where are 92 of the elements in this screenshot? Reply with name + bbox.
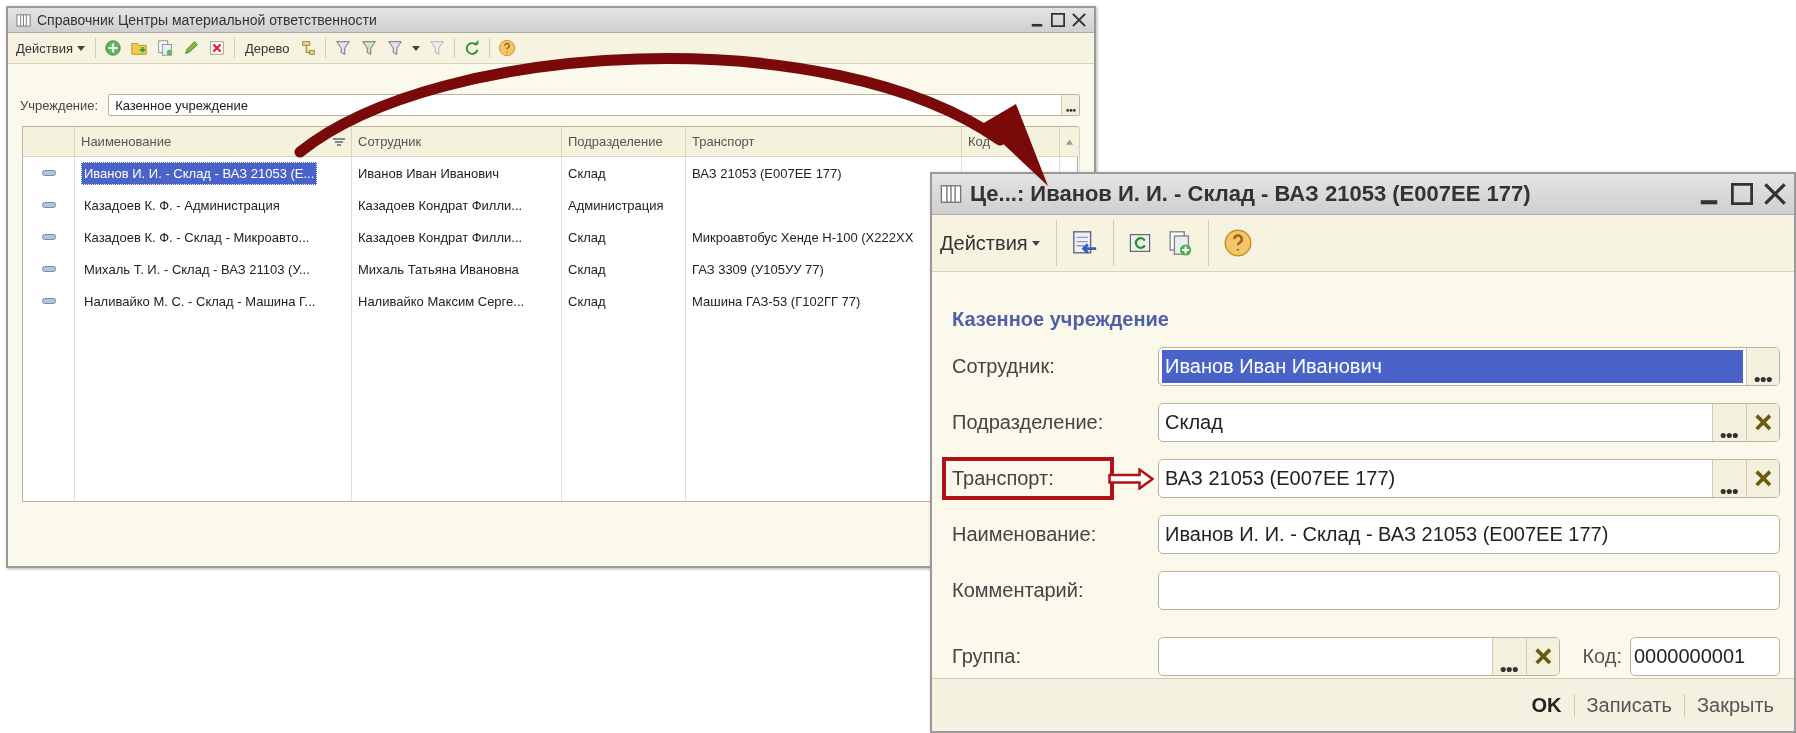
item-icon bbox=[41, 202, 56, 208]
table-icon bbox=[16, 12, 31, 28]
field-label: Наименование: bbox=[952, 523, 1097, 546]
window-title: Справочник Центры материальной ответственности bbox=[37, 12, 378, 28]
help-icon[interactable] bbox=[498, 39, 517, 57]
add-icon[interactable] bbox=[103, 39, 122, 57]
caret-icon bbox=[1031, 240, 1040, 246]
column-header[interactable]: Подразделение bbox=[562, 127, 686, 157]
table-cell[interactable]: Наливайко М. С. - Склад - Машина Г... bbox=[81, 289, 319, 313]
caret-icon bbox=[412, 45, 421, 51]
table-cell: Машина ГАЗ-53 (Г102ГГ 77) bbox=[692, 293, 861, 309]
table-cell: Администрация bbox=[568, 197, 664, 213]
table-cell: Казадоев Кондрат Филли... bbox=[358, 197, 523, 213]
input-field[interactable]: Иванов Иван Иванович bbox=[1158, 347, 1780, 386]
table-cell[interactable]: Иванов И. И. - Склад - ВАЗ 21053 (Е... bbox=[81, 161, 318, 185]
field-label: Подразделение: bbox=[952, 411, 1104, 434]
table-cell: Микроавтобус Хенде Н-100 (Х222ХХ bbox=[692, 229, 914, 245]
copy-document-icon[interactable] bbox=[155, 39, 174, 57]
refresh-icon[interactable] bbox=[1127, 231, 1152, 255]
delete-icon[interactable] bbox=[207, 39, 226, 57]
dialog-button[interactable]: Закрыть bbox=[1683, 693, 1786, 717]
table-cell: Склад bbox=[568, 229, 606, 245]
clear-icon bbox=[1754, 470, 1772, 487]
select-button[interactable] bbox=[1712, 404, 1746, 441]
field-label: Группа: bbox=[952, 645, 1021, 668]
code-field[interactable]: 0000000001 bbox=[1630, 637, 1780, 676]
table-cell: Склад bbox=[568, 261, 606, 277]
item-icon bbox=[41, 170, 56, 176]
scroll-up-icon[interactable] bbox=[1066, 138, 1073, 145]
table-cell: Михаль Татьяна Ивановна bbox=[358, 261, 519, 277]
dots-icon bbox=[1720, 488, 1739, 494]
dialog-button[interactable]: OK bbox=[1519, 693, 1574, 717]
filter-icon[interactable] bbox=[334, 39, 353, 57]
input-field[interactable]: ВАЗ 21053 (Е007ЕЕ 177) bbox=[1158, 459, 1780, 498]
table-cell[interactable]: Михаль Т. И. - Склад - ВАЗ 21103 (У... bbox=[81, 257, 313, 281]
table-cell: ВАЗ 21053 (Е007ЕЕ 177) bbox=[692, 165, 842, 181]
column-header bbox=[23, 127, 75, 157]
input-field[interactable]: Склад bbox=[1158, 403, 1780, 442]
table-cell[interactable]: Казадоев К. Ф. - Склад - Микроавто... bbox=[81, 225, 313, 249]
institution-field[interactable]: Казенное учреждение bbox=[108, 94, 1080, 116]
dots-icon bbox=[1753, 376, 1773, 382]
field-label: Код: bbox=[1582, 645, 1622, 668]
sort-icon bbox=[333, 137, 345, 146]
close-icon[interactable] bbox=[1764, 183, 1786, 205]
field-label: Учреждение: bbox=[20, 97, 99, 113]
field-label: Комментарий: bbox=[952, 579, 1084, 602]
table-icon bbox=[940, 183, 962, 205]
table-cell[interactable]: Казадоев К. Ф. - Администрация bbox=[81, 193, 283, 217]
dialog-button[interactable]: Записать bbox=[1573, 693, 1684, 717]
filter-icon[interactable] bbox=[386, 39, 405, 57]
maximize-icon[interactable] bbox=[1051, 13, 1065, 27]
table-cell: Склад bbox=[568, 165, 606, 181]
clear-icon bbox=[1534, 648, 1552, 665]
field-label: Транспорт: bbox=[952, 467, 1054, 490]
actions-menu[interactable]: Действия bbox=[938, 231, 1042, 255]
table-cell: Наливайко Максим Серге... bbox=[358, 293, 525, 309]
item-icon bbox=[41, 266, 56, 272]
input-field[interactable]: Иванов И. И. - Склад - ВАЗ 21053 (Е007ЕЕ 177) bbox=[1158, 515, 1780, 554]
hierarchy-icon[interactable] bbox=[299, 39, 318, 57]
section-heading: Казенное учреждение bbox=[951, 307, 1170, 332]
filter-icon[interactable] bbox=[360, 39, 379, 57]
select-button[interactable] bbox=[1492, 638, 1526, 675]
clear-icon bbox=[1754, 414, 1772, 431]
dots-icon bbox=[1500, 666, 1519, 672]
table-cell: Иванов Иван Иванович bbox=[358, 165, 500, 181]
clear-button[interactable] bbox=[1745, 460, 1779, 497]
maximize-icon[interactable] bbox=[1731, 183, 1753, 205]
clear-button[interactable] bbox=[1745, 404, 1779, 441]
field-label: Сотрудник: bbox=[952, 355, 1055, 378]
select-button[interactable] bbox=[1712, 460, 1746, 497]
input-field[interactable] bbox=[1158, 637, 1560, 676]
caret-icon bbox=[76, 45, 85, 51]
actions-menu[interactable]: Действия bbox=[14, 40, 87, 56]
close-icon[interactable] bbox=[1072, 13, 1086, 27]
item-icon bbox=[41, 234, 56, 240]
dots-icon bbox=[1720, 432, 1739, 438]
select-button[interactable] bbox=[1061, 95, 1079, 115]
column-header[interactable]: Сотрудник bbox=[352, 127, 562, 157]
table-cell: Склад bbox=[568, 293, 606, 309]
clear-button[interactable] bbox=[1525, 638, 1559, 675]
window-title: Це...: Иванов И. И. - Склад - ВАЗ 21053 (Е007ЕЕ 177) bbox=[970, 181, 1532, 207]
tree-button[interactable]: Дерево bbox=[242, 40, 292, 56]
input-field[interactable] bbox=[1158, 571, 1780, 610]
table-cell: Казадоев Кондрат Филли... bbox=[358, 229, 523, 245]
column-header[interactable]: Транспорт bbox=[686, 127, 962, 157]
select-button[interactable] bbox=[1745, 348, 1779, 385]
dots-icon bbox=[1065, 109, 1076, 112]
help-icon[interactable] bbox=[1222, 228, 1253, 258]
save-document-icon[interactable] bbox=[1070, 229, 1099, 257]
column-header[interactable]: Наименование bbox=[75, 127, 352, 157]
item-icon bbox=[41, 298, 56, 304]
table-cell: ГАЗ 3309 (У105УУ 77) bbox=[692, 261, 824, 277]
